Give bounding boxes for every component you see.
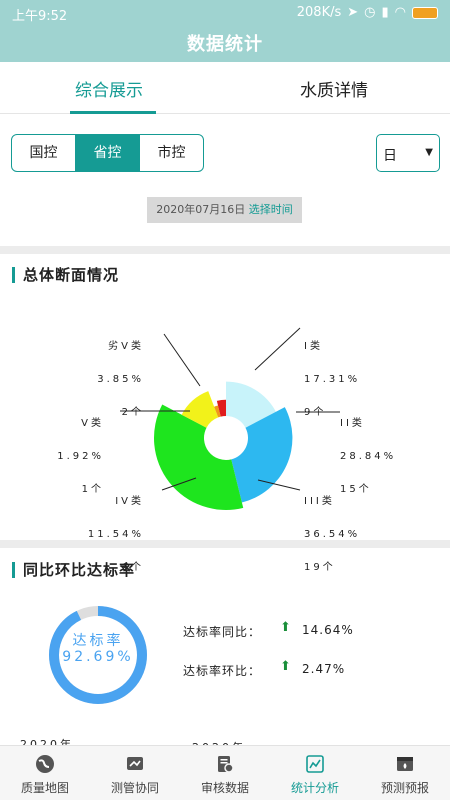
level-provincial-button[interactable]: 省控 <box>75 135 139 171</box>
nav-label: 预测预报 <box>380 781 429 795</box>
section-divider <box>0 246 450 254</box>
nav-forecast[interactable]: 预测预报 <box>360 746 450 801</box>
nav-label: 质量地图 <box>20 781 69 795</box>
tab-bar: 综合展示 水质详情 <box>0 62 450 114</box>
overview-section-title: 总体断面情况 <box>12 267 119 283</box>
status-icons: 208K/s ➤ ◷ ▮ ◠ <box>297 5 438 20</box>
date-display: 2020年07月16日 选择时间 <box>147 197 302 223</box>
nav-quality-map[interactable]: 质量地图 <box>0 746 90 801</box>
wifi-icon: ◠ <box>394 5 406 20</box>
chart-category-label: I类 <box>304 341 323 352</box>
nav-collaboration[interactable]: 测管协同 <box>90 746 180 801</box>
nav-label: 审核数据 <box>200 781 249 795</box>
signal-icon: ▮ <box>381 5 389 20</box>
mom-label: 达标率环比： <box>183 664 262 678</box>
chart-count-label: 2个 <box>121 407 144 418</box>
date-text: 2020年07月16日 <box>156 203 246 216</box>
level-national-button[interactable]: 国控 <box>12 135 75 171</box>
pick-date-link[interactable]: 选择时间 <box>249 203 293 216</box>
section-divider <box>0 540 450 548</box>
alarm-icon: ◷ <box>364 5 376 20</box>
nav-audit-data[interactable]: 审核数据 <box>180 746 270 801</box>
globe-icon <box>36 755 54 773</box>
status-time: 上午9:52 <box>12 9 68 24</box>
period-select[interactable]: 日 ▼ <box>376 134 440 172</box>
chart-category-label: 劣V类 <box>108 341 144 352</box>
tab-overview[interactable]: 综合展示 <box>75 76 143 101</box>
chart-category-label: III类 <box>304 496 335 507</box>
chart-percent-label: 28.84% <box>340 451 397 462</box>
leader-line <box>163 333 201 387</box>
up-arrow-icon: ⬆ <box>280 620 291 635</box>
network-speed: 208K/s <box>296 5 342 20</box>
up-arrow-icon: ⬆ <box>280 659 291 674</box>
control-level-selector: 国控 省控 市控 <box>11 134 204 172</box>
forecast-icon <box>397 757 413 771</box>
rate-section-title: 同比环比达标率 <box>12 562 135 578</box>
chart-icon <box>306 755 324 773</box>
yoy-label: 达标率同比： <box>183 625 262 639</box>
chart-category-label: II类 <box>340 418 365 429</box>
status-bar: 上午9:52 208K/s ➤ ◷ ▮ ◠ <box>0 0 450 26</box>
chart-count-label: 19个 <box>304 562 336 573</box>
chart-count-label: 1个 <box>81 484 104 495</box>
leader-line <box>254 327 301 371</box>
mom-value: 2.47% <box>302 662 346 676</box>
collab-icon <box>127 757 143 770</box>
gauge-text: 达标率 92.69% <box>43 633 153 665</box>
nav-label: 测管协同 <box>110 781 159 795</box>
battery-icon <box>412 6 438 19</box>
dropdown-arrow-icon: ▼ <box>425 147 433 158</box>
nav-statistics[interactable]: 统计分析 <box>270 746 360 801</box>
active-tab-indicator <box>70 111 156 114</box>
level-city-button[interactable]: 市控 <box>139 135 203 171</box>
audit-icon <box>218 756 234 773</box>
chart-percent-label: 36.54% <box>304 529 361 540</box>
chart-percent-label: 17.31% <box>304 374 361 385</box>
gauge-label: 达标率 <box>72 633 124 649</box>
app-header: 数据统计 <box>0 26 450 62</box>
chart-percent-label: 11.54% <box>87 529 144 540</box>
chart-label-class-3: III类 36.54% 19个 <box>304 474 360 584</box>
yoy-value: 14.64% <box>302 623 354 637</box>
tab-water-quality[interactable]: 水质详情 <box>300 76 368 101</box>
chart-percent-label: 1.92% <box>57 451 104 462</box>
chart-percent-label: 3.85% <box>97 374 144 385</box>
chart-label-class-6: 劣V类 3.85% 2个 <box>64 319 144 429</box>
rose-segment <box>231 407 293 503</box>
period-value: 日 <box>383 148 397 164</box>
gauge-value: 92.69% <box>62 649 134 665</box>
nav-label: 统计分析 <box>290 781 339 795</box>
location-icon: ➤ <box>347 5 359 20</box>
bottom-navigation: 质量地图 测管协同 审核数据 统计分析 预测预报 <box>0 745 450 800</box>
page-title: 数据统计 <box>187 34 263 55</box>
